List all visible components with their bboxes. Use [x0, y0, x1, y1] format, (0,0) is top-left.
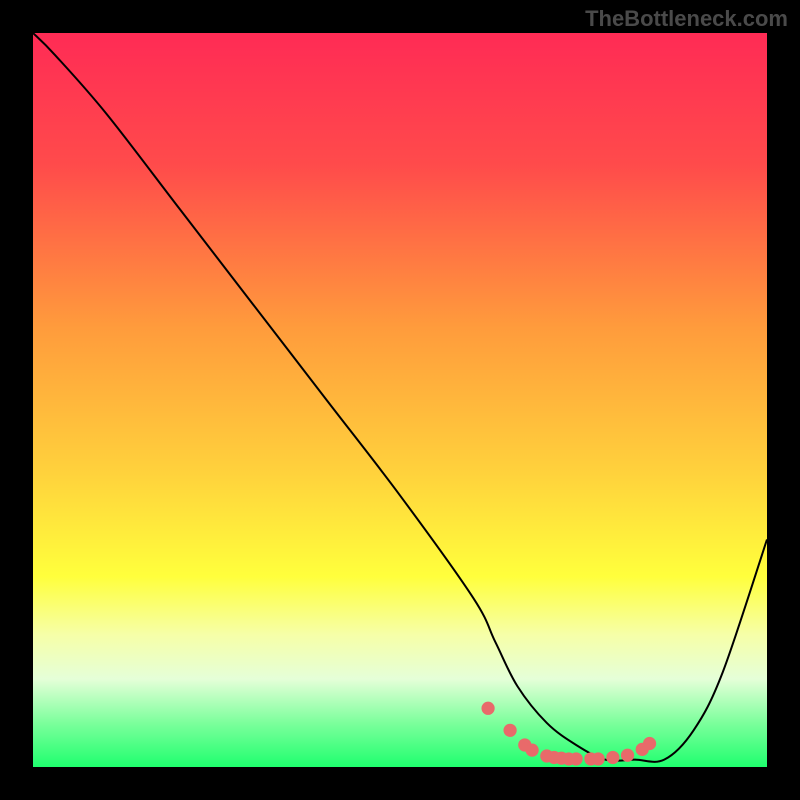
watermark-label: TheBottleneck.com — [585, 6, 788, 32]
background-gradient — [33, 33, 767, 767]
chart-canvas: TheBottleneck.com — [0, 0, 800, 800]
plot-area — [33, 33, 767, 767]
